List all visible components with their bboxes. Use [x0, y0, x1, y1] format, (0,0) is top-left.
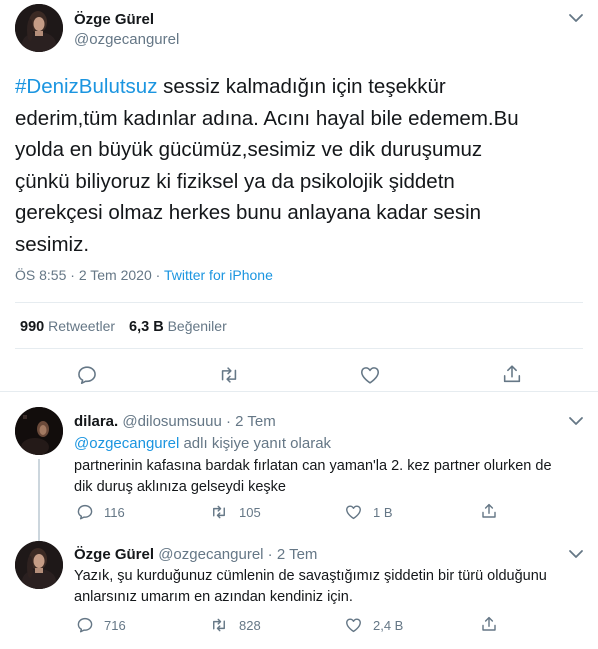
tweet-meta: ÖS 8:55 · 2 Tem 2020 · Twitter for iPhon…	[15, 267, 273, 283]
heart-icon	[359, 364, 381, 386]
retweets-stat[interactable]: 990 Retweetler	[20, 318, 116, 335]
replying-to-label: adlı kişiye yanıt olarak	[179, 435, 332, 452]
divider	[15, 348, 583, 349]
tweet-text-line: sesimiz.	[15, 232, 90, 256]
reply-button[interactable]: 116	[76, 503, 125, 521]
share-button[interactable]	[501, 363, 523, 385]
retweet-icon	[209, 503, 229, 521]
likes-count: 6,3 B	[129, 319, 164, 335]
chevron-down-icon[interactable]	[566, 547, 586, 561]
tweet-date[interactable]: 2 Tem 2020	[79, 267, 152, 283]
meta-separator: ·	[66, 267, 79, 283]
retweets-label: Retweetler	[48, 318, 116, 334]
tweet-text-line: ederim,tüm kadınlar adına. Acını hayal b…	[15, 106, 519, 130]
share-button[interactable]	[480, 502, 498, 520]
reply-icon	[76, 503, 94, 521]
tweet-text-line: #DenizBulutsuz sessiz kalmadığın için te…	[15, 71, 585, 103]
retweets-count: 990	[20, 319, 45, 335]
author-avatar[interactable]	[15, 4, 63, 52]
reply-author-handle[interactable]: @dilosumsuuu	[122, 413, 221, 430]
divider	[15, 302, 583, 303]
retweet-icon	[209, 616, 229, 634]
retweet-button[interactable]: 828	[209, 616, 261, 634]
like-count: 1 B	[373, 504, 393, 520]
likes-stat[interactable]: 6,3 B Beğeniler	[129, 318, 227, 335]
retweet-count: 828	[239, 617, 261, 633]
reply-count: 116	[104, 504, 125, 520]
like-count: 2,4 B	[373, 617, 404, 633]
retweet-button[interactable]	[217, 364, 241, 386]
reply-icon	[76, 364, 98, 386]
retweet-count: 105	[239, 504, 261, 520]
reply-avatar[interactable]	[15, 407, 63, 455]
reply-button[interactable]: 716	[76, 616, 126, 634]
mention-link[interactable]: @ozgecangurel	[74, 435, 179, 452]
tweet-text-line: çünkü biliyoruz ki fiziksel ya da psikol…	[15, 169, 455, 193]
heart-icon	[344, 503, 363, 521]
tweet-source-link[interactable]: Twitter for iPhone	[164, 267, 273, 283]
heart-icon	[344, 616, 363, 634]
like-button[interactable]	[359, 364, 381, 386]
tweet-text-line: gerekçesi olmaz herkes bunu anlayana kad…	[15, 201, 482, 224]
reply-icon	[76, 616, 94, 634]
main-tweet: Özge Gürel @ozgecangurel #DenizBulutsuz …	[0, 0, 598, 392]
reply-author-handle[interactable]: @ozgecangurel	[158, 546, 263, 563]
like-button[interactable]: 2,4 B	[344, 616, 403, 634]
tweet-stats: 990 Retweetler 6,3 B Beğeniler	[20, 318, 227, 335]
tweet-text-line: yolda en büyük gücümüz,sesimiz ve dik du…	[15, 138, 483, 161]
replying-to: @ozgecangurel adlı kişiye yanıt olarak	[74, 435, 331, 452]
reply-text-line: dik duruş aklınıza gelseydi keşke	[74, 479, 286, 495]
reply-text-line: anlarsınız umarım en azından kendiniz iç…	[74, 589, 353, 605]
reply-text: Yazık, şu kurduğunuz cümlenin de savaştı…	[74, 566, 584, 608]
author-handle[interactable]: @ozgecangurel	[74, 31, 179, 48]
reply-text-line: partnerinin kafasına bardak fırlatan can…	[74, 458, 552, 474]
share-icon	[480, 502, 498, 520]
chevron-down-icon[interactable]	[566, 11, 586, 25]
tweet-time[interactable]: ÖS 8:55	[15, 267, 66, 283]
reply-button[interactable]	[76, 364, 98, 386]
reply-header: dilara. @dilosumsuuu · 2 Tem	[74, 413, 276, 430]
reply-date[interactable]: 2 Tem	[277, 546, 318, 563]
tweet-text: #DenizBulutsuz sessiz kalmadığın için te…	[15, 71, 585, 260]
reply-author-name[interactable]: dilara.	[74, 413, 118, 430]
retweet-icon	[217, 364, 241, 386]
hashtag-link[interactable]: #DenizBulutsuz	[15, 75, 157, 98]
reply-avatar[interactable]	[15, 541, 63, 589]
meta-separator: ·	[221, 413, 236, 430]
retweet-button[interactable]: 105	[209, 503, 261, 521]
share-icon	[501, 363, 523, 385]
share-button[interactable]	[480, 615, 498, 633]
meta-separator: ·	[263, 546, 277, 563]
likes-label: Beğeniler	[167, 318, 227, 334]
reply-author-name[interactable]: Özge Gürel	[74, 546, 154, 563]
reply-text: partnerinin kafasına bardak fırlatan can…	[74, 456, 584, 498]
tweet-text-segment: sessiz kalmadığın için teşekkür	[157, 75, 446, 98]
thread-line	[38, 459, 40, 542]
reply-count: 716	[104, 617, 126, 633]
meta-separator: ·	[151, 267, 164, 283]
reply-header: Özge Gürel @ozgecangurel · 2 Tem	[74, 546, 317, 563]
chevron-down-icon[interactable]	[566, 414, 586, 428]
author-name[interactable]: Özge Gürel	[74, 11, 154, 28]
reply-text-line: Yazık, şu kurduğunuz cümlenin de savaştı…	[74, 568, 547, 584]
like-button[interactable]: 1 B	[344, 503, 393, 521]
reply-date[interactable]: 2 Tem	[235, 413, 276, 430]
share-icon	[480, 615, 498, 633]
